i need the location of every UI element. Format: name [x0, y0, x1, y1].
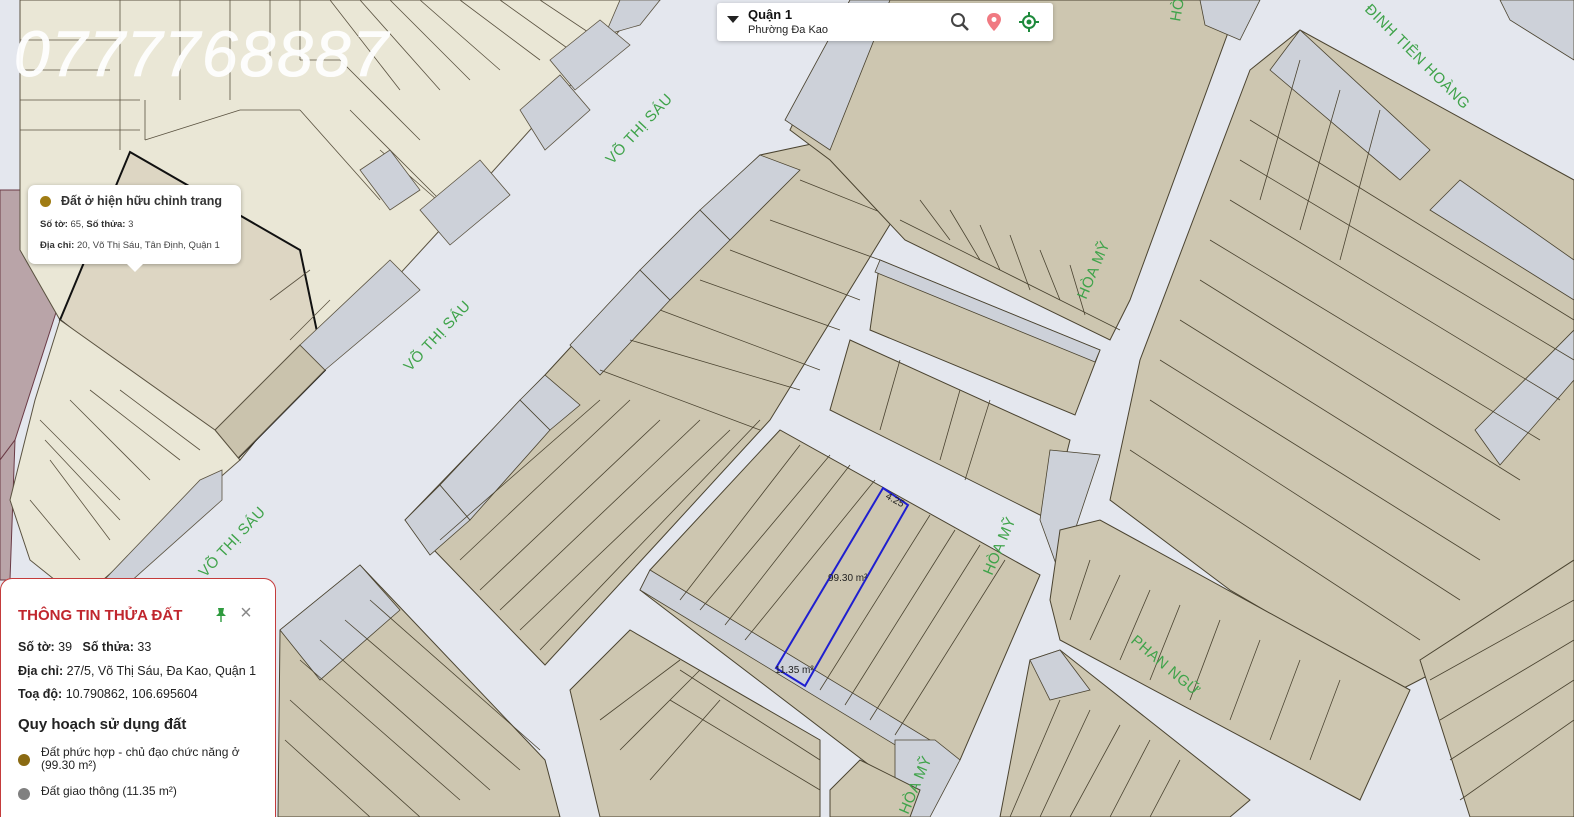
panel-title: THÔNG TIN THỬA ĐẤT [18, 607, 183, 624]
address-row: Địa chỉ: 27/5, Võ Thị Sáu, Đa Kao, Quận … [18, 664, 257, 678]
land-use-section-title: Quy hoạch sử dụng đất [18, 716, 187, 733]
parcel-info-panel: THÔNG TIN THỬA ĐẤT × Số tờ: 39 Số thửa: … [0, 578, 276, 817]
sheet-number-row: Số tờ: 39 Số thửa: 33 [18, 640, 152, 654]
search-icon[interactable] [949, 11, 971, 33]
popup-address-line: Địa chỉ: 20, Võ Thị Sáu, Tân Định, Quận … [40, 240, 220, 251]
location-selector[interactable]: Quận 1 Phường Đa Kao [717, 3, 1053, 41]
location-pin-icon[interactable] [983, 11, 1005, 33]
close-icon[interactable]: × [237, 603, 255, 623]
legend-dot-icon [18, 754, 30, 766]
parcel-bottom-label: 11.35 m² [775, 665, 814, 676]
ward-name[interactable]: Phường Đa Kao [748, 24, 828, 36]
popup-title: Đất ở hiện hữu chỉnh trang [61, 194, 222, 208]
pin-icon[interactable] [213, 607, 229, 623]
legend-item-residential: Đất phức hợp - chủ đạo chức năng ở (99.3… [18, 746, 268, 776]
locate-target-icon[interactable] [1018, 11, 1040, 33]
land-use-dot [40, 196, 51, 207]
coordinates-row: Toạ độ: 10.790862, 106.695604 [18, 687, 198, 701]
dropdown-caret-icon[interactable] [727, 16, 739, 23]
parcel-area-label: 99.30 m² [828, 573, 868, 584]
legend-item-traffic: Đất giao thông (11.35 m²) [18, 785, 268, 801]
parcel-popup: Đất ở hiện hữu chỉnh trang Số tờ: 65, Số… [28, 185, 241, 272]
phone-watermark: 0777768887 [14, 18, 390, 90]
legend-dot-icon [18, 788, 30, 800]
popup-sheet-line: Số tờ: 65, Số thửa: 3 [40, 219, 134, 230]
district-name[interactable]: Quận 1 [748, 7, 792, 22]
